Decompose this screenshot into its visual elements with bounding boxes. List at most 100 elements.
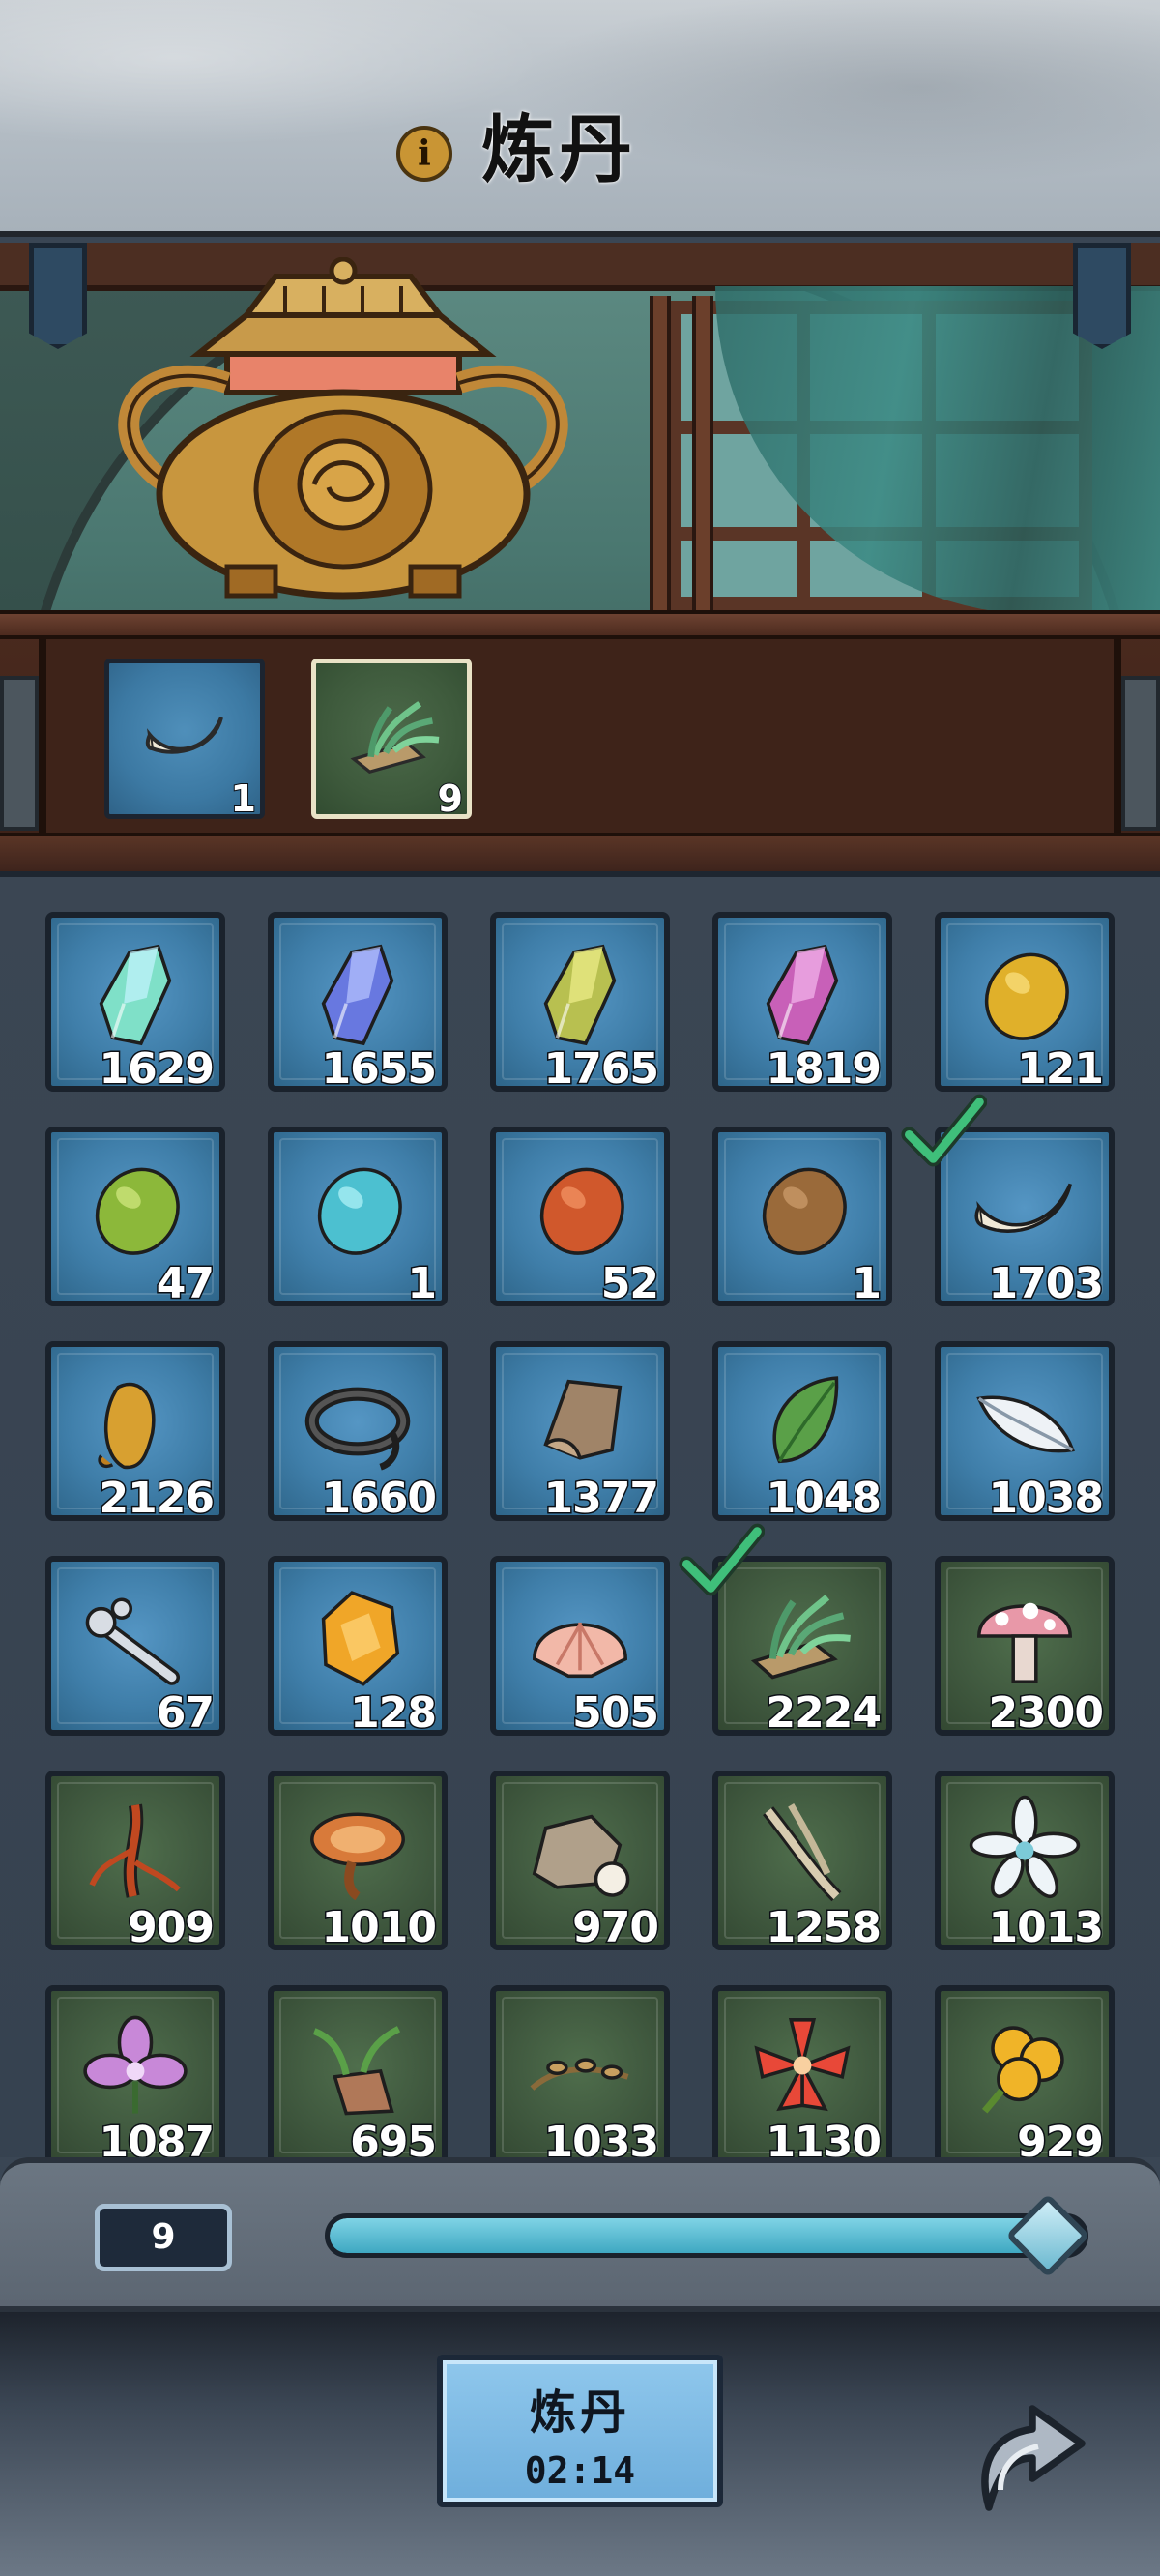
item-count: 128 [349,1687,439,1740]
bone-staff-icon [85,1597,181,1685]
checkmark-icon [679,1523,765,1596]
banner-right [1073,243,1131,349]
quantity-slider-track[interactable] [325,2213,1088,2258]
green-leaf-icon [772,1376,839,1464]
inventory-slot-white-lotus[interactable]: 1013 [935,1771,1115,1954]
brew-button-label: 炼丹 [529,2386,630,2440]
inventory-slot-cyan-crystal[interactable]: 1629 [45,912,225,1096]
item-count: 1010 [320,1902,438,1954]
ingredient-shelf: 1 9 [0,610,1160,879]
golden-flower-icon [981,2026,1064,2114]
amber-shard-icon [321,1591,400,1686]
inventory-slot-amber-shard[interactable]: 128 [268,1556,448,1740]
purple-flower-icon [83,2015,188,2114]
inventory-slot-hide-scrap[interactable]: 1377 [490,1341,670,1525]
inventory-slot-gold-stone[interactable]: 121 [935,912,1115,1096]
seed-vine-icon [530,2058,629,2091]
pale-stalk-icon [763,1802,842,1902]
inventory-slot-brown-stone[interactable]: 1 [712,1127,892,1310]
inventory-slot-pink-crystal[interactable]: 1819 [712,912,892,1096]
inventory-slot-blue-crystal[interactable]: 1655 [268,912,448,1096]
lingzhi-icon [310,1812,405,1901]
inventory-slot-lingzhi[interactable]: 1010 [268,1771,448,1954]
red-lily-icon [754,2018,851,2112]
inventory-slot-red-root[interactable]: 909 [45,1771,225,1954]
header-bar: i 炼丹 [0,0,1160,237]
quantity-slider-bar: 9 [0,2157,1160,2312]
rock-pearl-icon [532,1814,630,1897]
wooden-pillar [650,296,671,610]
info-icon[interactable]: i [396,126,452,182]
inventory-slot-red-stone[interactable]: 52 [490,1127,670,1310]
black-ring-icon [304,1387,411,1471]
alchemy-scene [0,243,1160,610]
sea-shell-icon [533,1622,627,1679]
item-count: 505 [571,1687,661,1740]
inventory-slot-sea-shell[interactable]: 505 [490,1556,670,1740]
item-count: 1 [851,1258,884,1310]
item-count: 1048 [765,1473,883,1525]
item-count: 1660 [320,1473,438,1525]
inventory-slot-white-feather[interactable]: 1038 [935,1341,1115,1525]
item-count: 2300 [987,1687,1105,1740]
inventory-slot-green-stone[interactable]: 47 [45,1127,225,1310]
inventory-slot-purple-flower[interactable]: 1087 [45,1985,225,2157]
stone-base-left [0,676,39,831]
inventory-slot-amber-claw[interactable]: 2126 [45,1341,225,1525]
inventory-slot-yellow-crystal[interactable]: 1765 [490,912,670,1096]
item-count: 695 [349,2117,439,2158]
inventory-slot-red-lily[interactable]: 1130 [712,1985,892,2157]
item-count: 121 [1016,1043,1106,1096]
inventory-slot-sprout-root[interactable]: 695 [268,1985,448,2157]
inventory-slot-bone-staff[interactable]: 67 [45,1556,225,1740]
item-count: 47 [155,1258,216,1310]
spirit-grass-icon [350,701,440,775]
item-count: 1033 [542,2117,660,2158]
brew-button[interactable]: 炼丹 02:14 [437,2355,723,2507]
item-count: 929 [1016,2117,1106,2158]
page-title: 炼丹 [481,106,636,192]
shelf-top-board [0,610,1160,639]
selected-slot-1[interactable]: 1 [104,659,265,821]
item-count: 909 [127,1902,217,1954]
bottom-panel: 炼丹 02:14 [0,2312,1160,2576]
slot-count: 1 [230,776,257,821]
quantity-value[interactable]: 9 [95,2204,232,2271]
alchemy-cauldron-icon[interactable] [82,257,604,605]
pink-crystal-icon [766,944,839,1046]
item-count: 2126 [98,1473,216,1525]
item-count: 1377 [542,1473,660,1525]
item-count: 1629 [98,1043,216,1096]
inventory-slot-seed-vine[interactable]: 1033 [490,1985,670,2157]
inventory-slot-pale-stalk[interactable]: 1258 [712,1771,892,1954]
item-count: 1765 [542,1043,660,1096]
quantity-slider-handle[interactable] [1005,2193,1090,2278]
item-count: 2224 [765,1687,883,1740]
item-count: 1819 [765,1043,883,1096]
brew-timer: 02:14 [524,2449,636,2492]
inventory-slot-green-leaf[interactable]: 1048 [712,1341,892,1525]
slot-count: 9 [437,776,464,821]
green-stone-icon [95,1167,180,1255]
item-count: 1130 [765,2117,883,2158]
red-stone-icon [539,1167,624,1255]
white-lotus-icon [969,1795,1081,1899]
beast-tooth-icon [145,717,223,754]
curved-arrow-icon[interactable] [957,2380,1102,2525]
inventory-slot-spotted-mushroom[interactable]: 2300 [935,1556,1115,1740]
inventory-slot-rock-pearl[interactable]: 970 [490,1771,670,1954]
inventory-slot-cyan-stone[interactable]: 1 [268,1127,448,1310]
red-root-icon [89,1803,181,1898]
inventory-slot-golden-flower[interactable]: 929 [935,1985,1115,2157]
brown-stone-icon [762,1167,847,1255]
stone-base-right [1121,676,1160,831]
banner-left [29,243,87,349]
checkmark-icon [901,1094,987,1167]
white-feather-icon [976,1395,1075,1453]
inventory-slot-black-ring[interactable]: 1660 [268,1341,448,1525]
item-count: 1703 [987,1258,1105,1310]
selected-slot-2[interactable]: 9 [311,659,472,821]
item-count: 1655 [320,1043,438,1096]
item-count: 1013 [987,1902,1105,1954]
cyan-stone-icon [317,1167,402,1255]
